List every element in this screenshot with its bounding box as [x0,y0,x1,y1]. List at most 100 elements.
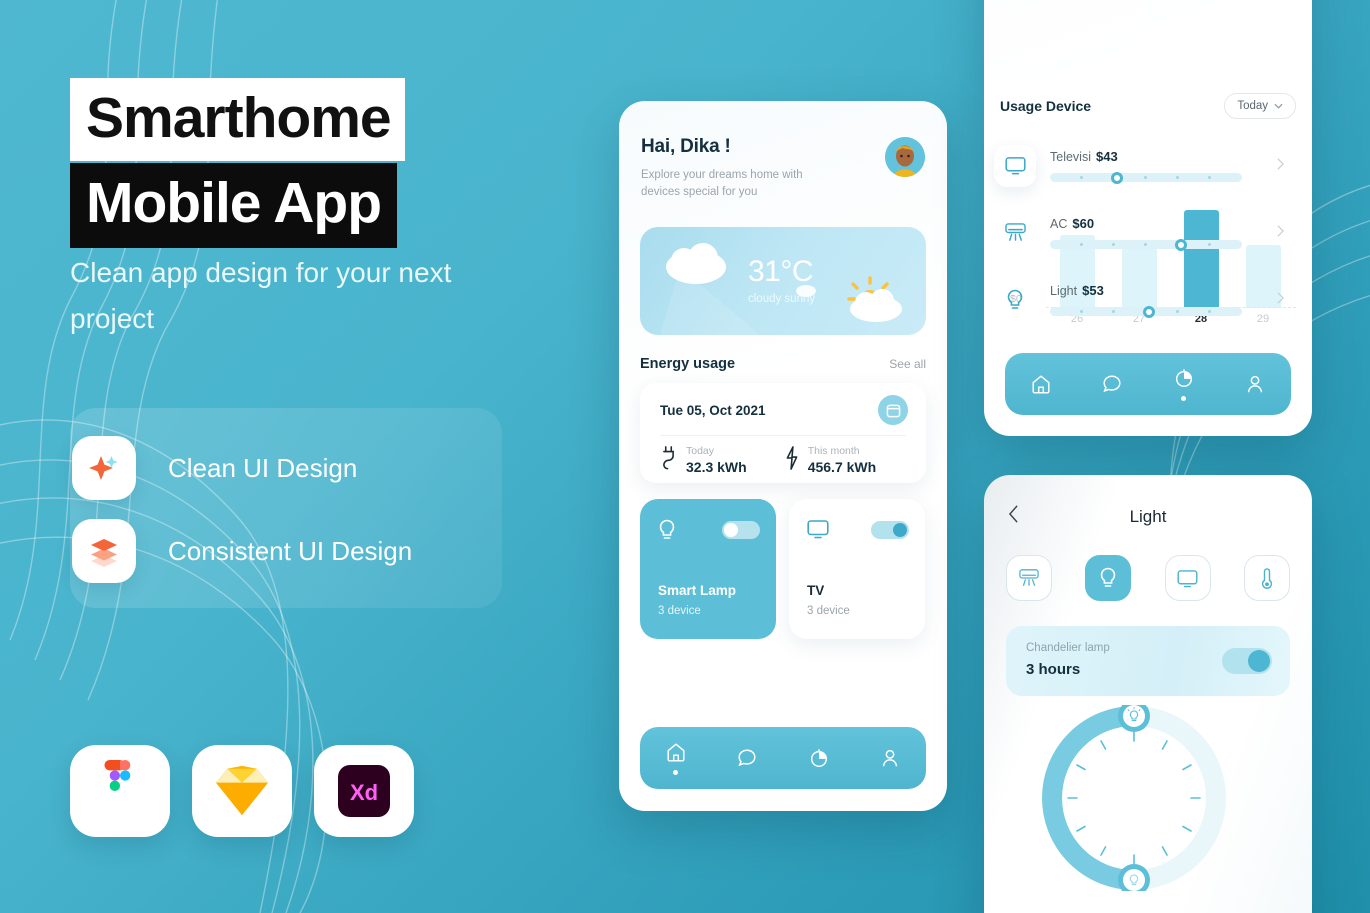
layers-icon [72,519,136,583]
stats-screen-mockup: $0 26 27 28 29 Usage Device Today Televi… [984,0,1312,436]
slider-knob[interactable] [1143,305,1155,318]
device-card-tv[interactable]: TV 3 device [789,499,925,639]
usage-slider[interactable] [1050,171,1242,184]
chevron-right-icon[interactable] [1277,158,1284,173]
tv-icon [994,144,1036,187]
energy-stat-today: Today 32.3 kWh [660,445,747,475]
usage-row-televisi[interactable]: Televisi $43 [994,132,1296,199]
usage-device-price: $53 [1082,283,1104,298]
nav-chat[interactable] [736,747,758,769]
device-toggle[interactable] [722,521,760,539]
timer-label: Chandelier lamp [1026,642,1110,654]
tab-tv[interactable] [1164,555,1211,601]
tv-icon [807,519,829,544]
light-header: Light [984,505,1312,529]
weather-card: 31°C cloudy sunny [640,227,926,335]
range-filter-label: Today [1237,100,1268,112]
features-card: Clean UI Design Consistent UI Design [70,408,502,608]
slider-knob[interactable] [1175,238,1187,251]
energy-date: Tue 05, Oct 2021 [660,403,766,418]
feature-item-clean-ui: Clean UI Design [72,436,357,500]
bolt-icon [785,445,799,475]
sketch-logo [192,745,292,837]
nav-home[interactable] [665,741,687,775]
weather-condition: cloudy sunny [748,293,816,305]
usage-row-light[interactable]: Light $53 [994,266,1296,333]
stat-value: 32.3 kWh [686,459,747,475]
weather-temperature: 31°C [748,255,814,288]
light-title: Light [1129,507,1167,526]
nav-profile[interactable] [1244,373,1266,395]
avatar[interactable] [885,137,925,177]
slider-knob[interactable] [1111,171,1123,184]
greeting-subtitle: Explore your dreams home with devices sp… [641,169,803,198]
greeting-title: Hai, Dika ! [641,136,731,157]
tab-light[interactable] [1085,555,1132,601]
nav-chat[interactable] [1101,373,1123,395]
stat-value: 456.7 kWh [807,459,877,475]
home-screen-mockup: Hai, Dika ! Explore your dreams home wit… [619,101,947,811]
chevron-left-icon[interactable] [1008,505,1019,529]
usage-device-list: Televisi $43 AC $60 Light $53 [994,132,1296,333]
usage-device-title: Usage Device [1000,98,1092,114]
chevron-down-icon [1274,100,1283,112]
usage-device-name: Televisi [1050,150,1091,164]
tab-thermometer[interactable] [1243,555,1290,601]
calendar-icon[interactable] [878,395,908,425]
svg-text:Xd: Xd [350,780,378,805]
nav-active-dot [1181,396,1187,401]
nav-stats[interactable] [1173,367,1195,401]
usage-row-ac[interactable]: AC $60 [994,199,1296,266]
usage-device-name: Light [1050,284,1078,298]
usage-slider[interactable] [1050,238,1242,251]
feature-label: Consistent UI Design [168,535,413,566]
title-line-1: Smarthome [70,78,405,161]
sparkle-icon [72,436,136,500]
chevron-right-icon[interactable] [1277,225,1284,240]
nav-active-dot [673,770,679,775]
section-title: Energy usage [640,356,736,372]
light-screen-mockup: Light Chandelier lamp 3 hours [984,475,1312,913]
device-name: TV [807,583,825,598]
tool-logos: Xd [70,745,414,837]
bulb-icon [658,519,676,546]
usage-slider[interactable] [1050,305,1242,318]
energy-usage-card: Tue 05, Oct 2021 Today 32.3 kWh This mon… [640,383,926,483]
figma-logo [70,745,170,837]
nav-profile[interactable] [879,747,901,769]
nav-home[interactable] [1030,373,1052,395]
timer-value: 3 hours [1026,661,1081,678]
bulb-on-icon [1118,700,1150,732]
feature-item-consistent-ui: Consistent UI Design [72,519,412,583]
device-toggle[interactable] [871,521,909,539]
energy-stat-month: This month 456.7 kWh [785,445,876,475]
timer-card: Chandelier lamp 3 hours [1006,626,1290,696]
light-dial[interactable] [1041,700,1227,896]
see-all-link[interactable]: See all [889,357,926,371]
promo-subtitle: Clean app design for your next project [70,257,452,335]
device-name: Smart Lamp [658,583,737,598]
title-line-2: Mobile App [70,163,398,248]
plug-icon [660,445,677,475]
chevron-right-icon[interactable] [1277,292,1284,307]
tab-ac[interactable] [1006,555,1052,601]
usage-device-price: $43 [1096,149,1118,164]
usage-device-header: Usage Device Today [1000,93,1296,119]
adobe-xd-logo: Xd [314,745,414,837]
stat-label: Today [686,445,715,457]
bottom-navigation [640,727,926,789]
stat-label: This month [807,445,860,457]
bottom-navigation [1005,353,1291,415]
range-filter-dropdown[interactable]: Today [1224,93,1296,119]
timer-toggle[interactable] [1222,648,1272,674]
page-title: Smarthome Mobile App [70,78,405,248]
energy-stats: Today 32.3 kWh This month 456.7 kWh [660,445,910,475]
divider [660,435,906,436]
device-count: 3 device [658,605,701,617]
usage-device-name: AC [1050,217,1068,231]
device-card-smart-lamp[interactable]: Smart Lamp 3 device [640,499,776,639]
bulb-off-icon [1118,864,1150,896]
device-count: 3 device [807,605,850,617]
nav-stats[interactable] [808,747,830,769]
bulb-icon [994,279,1036,321]
